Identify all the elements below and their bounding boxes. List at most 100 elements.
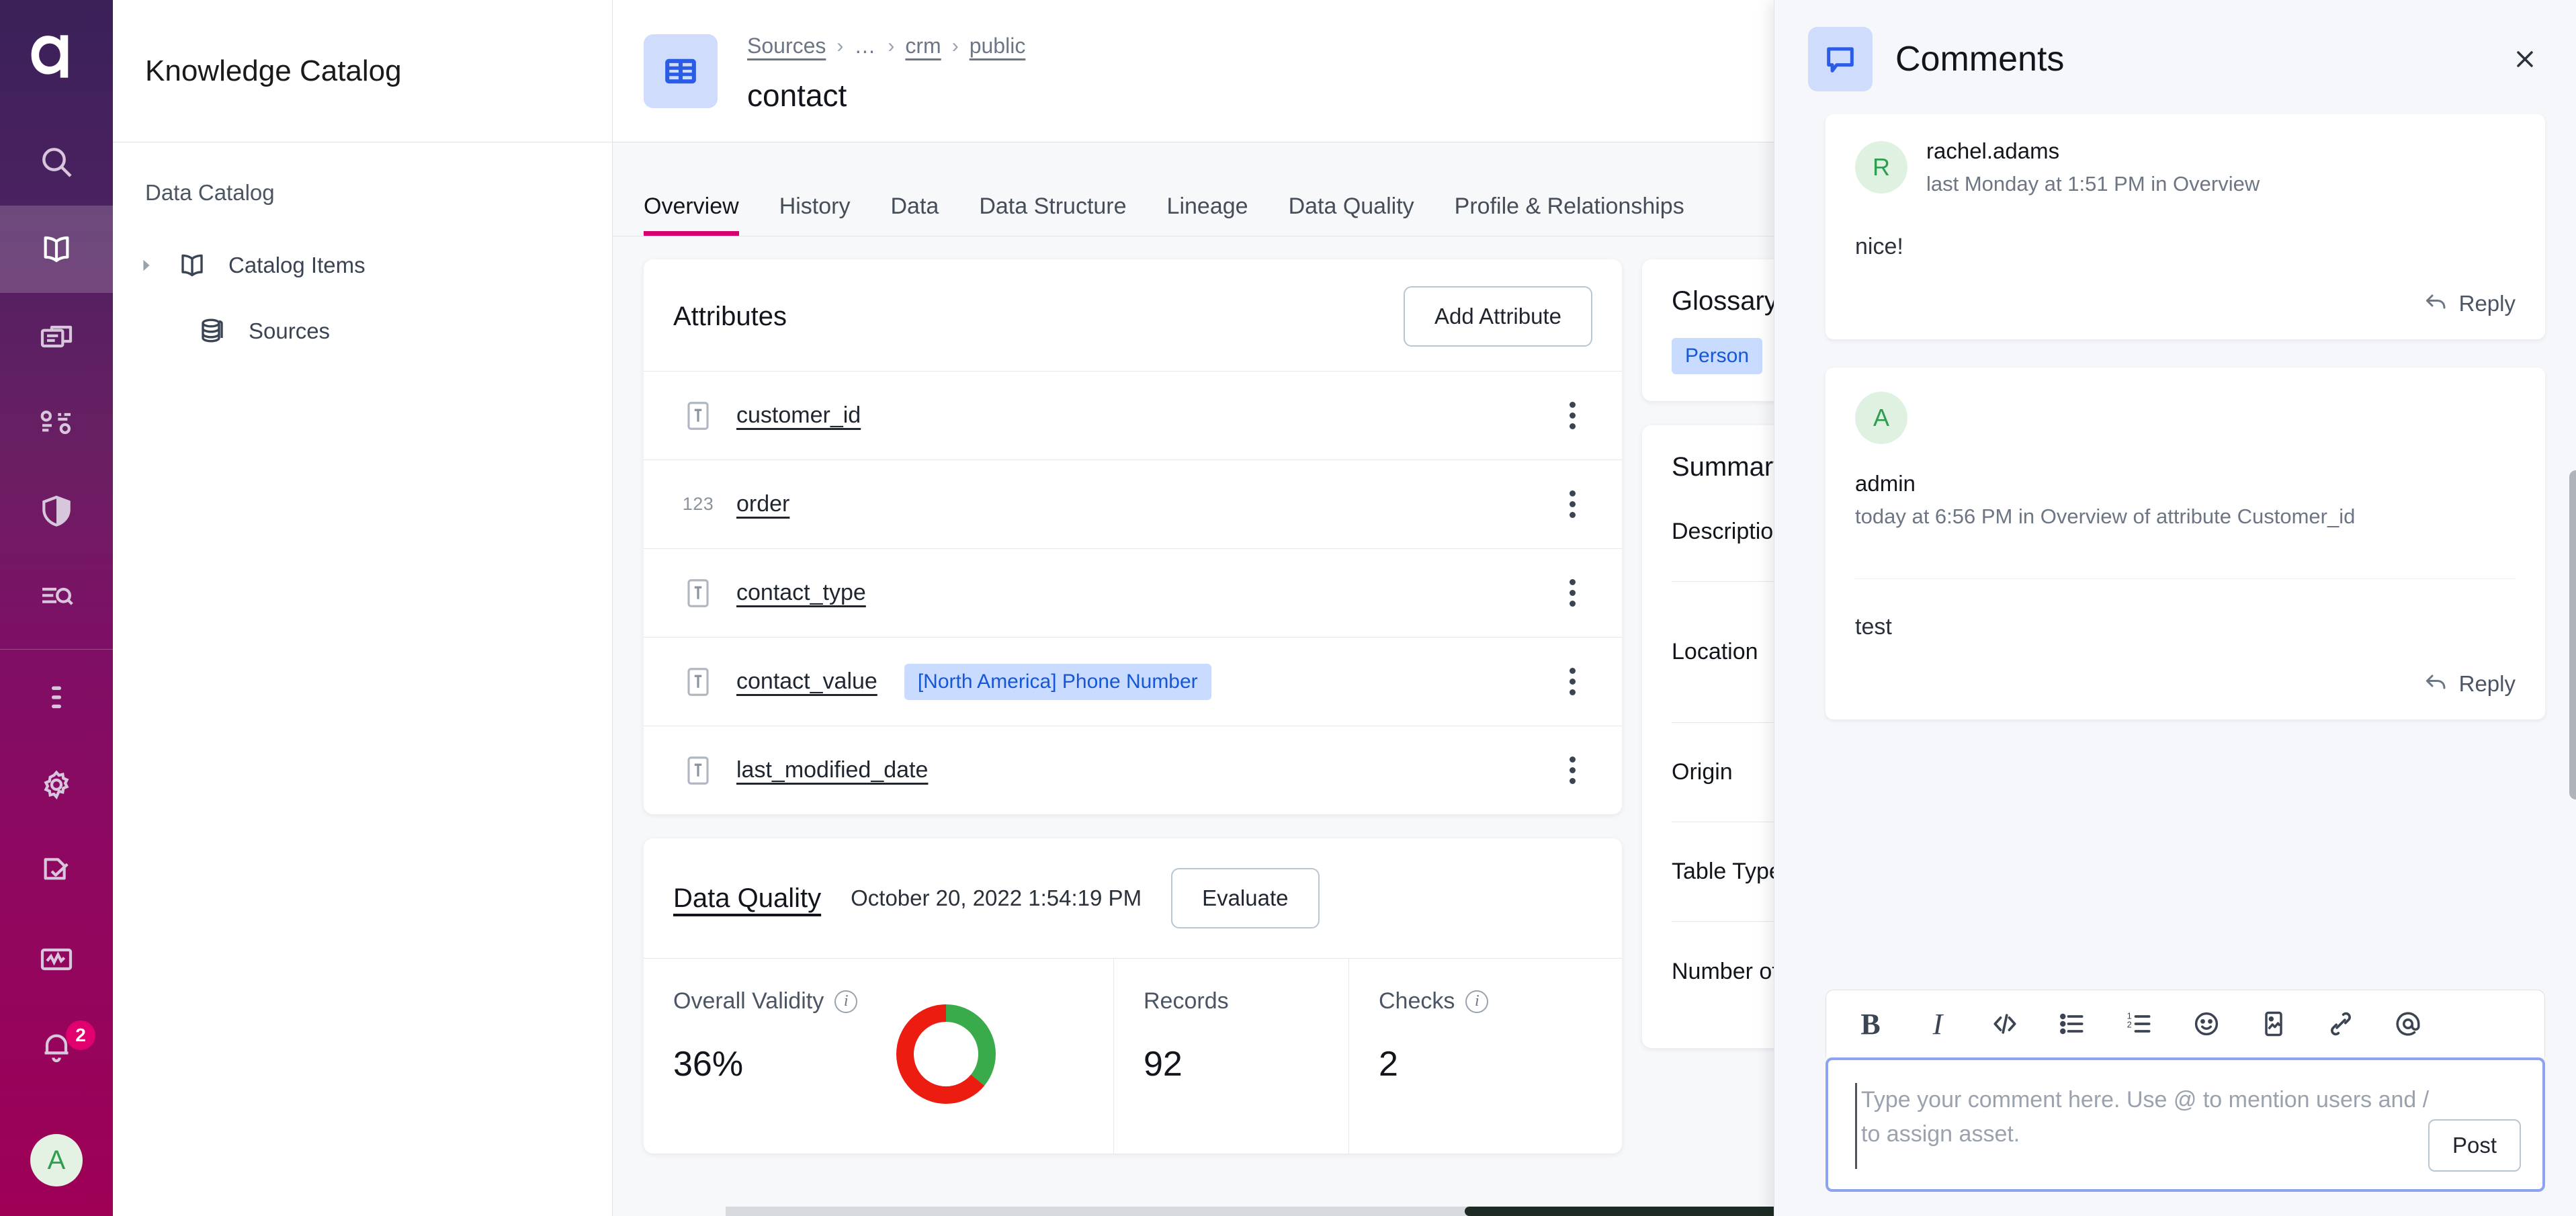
chevron-right-icon[interactable] bbox=[133, 252, 160, 279]
tab-lineage[interactable]: Lineage bbox=[1147, 193, 1269, 236]
sidebar-item-sources[interactable]: Sources bbox=[113, 298, 612, 364]
comments-panel-header: Comments bbox=[1774, 0, 2576, 114]
breadcrumb-item-sources[interactable]: Sources bbox=[747, 34, 826, 58]
stat-label: Checks bbox=[1379, 988, 1455, 1014]
rail-item-more[interactable] bbox=[0, 654, 113, 741]
link-icon[interactable] bbox=[2325, 1008, 2357, 1040]
rail-item-tasks[interactable] bbox=[0, 828, 113, 916]
rail-item-rules[interactable] bbox=[0, 380, 113, 468]
overview-left-column: Attributes Add Attribute customer_id 123 bbox=[644, 259, 1622, 1216]
comment-item: R rachel.adams last Monday at 1:51 PM in… bbox=[1826, 114, 2545, 339]
notification-badge: 2 bbox=[66, 1020, 95, 1050]
comments-scrollbar[interactable] bbox=[2569, 470, 2576, 799]
data-quality-stats: Overall Validity i 36% Records 92 Checks… bbox=[644, 958, 1622, 1154]
breadcrumb-separator: › bbox=[888, 34, 895, 57]
attribute-name[interactable]: contact_value bbox=[736, 668, 877, 695]
page-title: Knowledge Catalog bbox=[113, 0, 612, 142]
rail-item-search[interactable] bbox=[0, 118, 113, 206]
italic-button[interactable]: I bbox=[1922, 1008, 1954, 1041]
tab-data[interactable]: Data bbox=[871, 193, 959, 236]
breadcrumb: Sources › … › crm › public bbox=[747, 29, 1025, 64]
data-quality-title[interactable]: Data Quality bbox=[673, 883, 821, 914]
book-icon bbox=[38, 230, 75, 268]
comment-item: A admin today at 6:56 PM in Overview of … bbox=[1826, 367, 2545, 720]
attributes-card: Attributes Add Attribute customer_id 123 bbox=[644, 259, 1622, 814]
rail-item-settings[interactable] bbox=[0, 741, 113, 828]
rail-item-data-stories[interactable] bbox=[0, 293, 113, 380]
catalog-tree: Catalog Items Sources bbox=[113, 232, 612, 364]
tab-overview[interactable]: Overview bbox=[644, 193, 759, 236]
evaluate-button[interactable]: Evaluate bbox=[1171, 868, 1320, 928]
reply-button[interactable]: Reply bbox=[1855, 671, 2516, 697]
attribute-name[interactable]: last_modified_date bbox=[736, 757, 928, 783]
glossary-term-tag[interactable]: Person bbox=[1672, 338, 1763, 374]
comment-icon bbox=[1808, 27, 1873, 91]
attribute-term-tag[interactable]: [North America] Phone Number bbox=[904, 663, 1211, 700]
reply-arrow-icon bbox=[2424, 671, 2448, 697]
tab-history[interactable]: History bbox=[759, 193, 871, 236]
numbered-list-icon[interactable]: 12 bbox=[2123, 1008, 2155, 1040]
table-row[interactable]: 123 order bbox=[644, 460, 1622, 548]
document-check-icon bbox=[38, 853, 75, 891]
close-icon[interactable] bbox=[2505, 39, 2545, 79]
attributes-title: Attributes bbox=[673, 301, 787, 331]
row-menu-icon[interactable] bbox=[1552, 756, 1592, 784]
app-rail: 2 A bbox=[0, 0, 113, 1216]
breadcrumb-ellipsis[interactable]: … bbox=[854, 34, 877, 58]
rail-item-notifications[interactable]: 2 bbox=[0, 1003, 113, 1090]
row-menu-icon[interactable] bbox=[1552, 579, 1592, 607]
asset-title: contact bbox=[747, 77, 847, 113]
stat-value: 92 bbox=[1144, 1045, 1183, 1084]
stat-value: 2 bbox=[1379, 1045, 1398, 1084]
at-mention-icon[interactable] bbox=[2392, 1008, 2424, 1040]
tab-data-quality[interactable]: Data Quality bbox=[1269, 193, 1434, 236]
table-row[interactable]: last_modified_date bbox=[644, 726, 1622, 814]
row-menu-icon[interactable] bbox=[1552, 668, 1592, 695]
info-icon[interactable]: i bbox=[834, 990, 858, 1013]
info-icon[interactable]: i bbox=[1465, 990, 1489, 1013]
attribute-name[interactable]: customer_id bbox=[736, 402, 861, 429]
rail-item-data-observability[interactable] bbox=[0, 555, 113, 642]
table-row[interactable]: contact_value [North America] Phone Numb… bbox=[644, 637, 1622, 726]
rail-item-knowledge-catalog[interactable] bbox=[0, 206, 113, 293]
horizontal-scrollbar[interactable] bbox=[726, 1207, 2069, 1216]
breadcrumb-item-public[interactable]: public bbox=[970, 34, 1026, 58]
comment-body: test bbox=[1855, 578, 2516, 640]
sidebar-item-catalog-items[interactable]: Catalog Items bbox=[113, 232, 612, 298]
bullet-list-icon[interactable] bbox=[2056, 1008, 2088, 1040]
bold-button[interactable]: B bbox=[1854, 1008, 1887, 1041]
book-icon bbox=[175, 248, 210, 283]
table-row[interactable]: contact_type bbox=[644, 548, 1622, 637]
add-attribute-button[interactable]: Add Attribute bbox=[1404, 286, 1592, 347]
stat-value: 36% bbox=[673, 1045, 744, 1084]
table-icon bbox=[644, 34, 718, 108]
stat-checks: Checks i 2 bbox=[1349, 959, 1622, 1154]
tab-profile-relationships[interactable]: Profile & Relationships bbox=[1434, 193, 1705, 236]
svg-text:2: 2 bbox=[2127, 1020, 2132, 1030]
breadcrumb-item-crm[interactable]: crm bbox=[905, 34, 941, 58]
rail-item-monitoring[interactable] bbox=[0, 916, 113, 1003]
reply-button[interactable]: Reply bbox=[1855, 291, 2516, 316]
avatar[interactable]: A bbox=[30, 1134, 83, 1186]
validity-donut-chart bbox=[896, 1004, 996, 1104]
more-vertical-icon bbox=[38, 679, 75, 716]
rail-item-data-quality[interactable] bbox=[0, 468, 113, 555]
post-button[interactable]: Post bbox=[2428, 1119, 2521, 1172]
table-row[interactable]: customer_id bbox=[644, 371, 1622, 460]
breadcrumb-separator: › bbox=[951, 34, 959, 57]
attribute-name[interactable]: contact_type bbox=[736, 580, 866, 606]
comment-input[interactable]: Type your comment here. Use @ to mention… bbox=[1826, 1057, 2545, 1192]
attribute-name[interactable]: order bbox=[736, 491, 789, 517]
tab-data-structure[interactable]: Data Structure bbox=[959, 193, 1146, 236]
emoji-icon[interactable] bbox=[2190, 1008, 2223, 1040]
row-menu-icon[interactable] bbox=[1552, 402, 1592, 429]
stat-records: Records 92 bbox=[1114, 959, 1349, 1154]
app-root: 2 A Knowledge Catalog Data Catalog Catal… bbox=[0, 0, 2576, 1216]
text-type-icon bbox=[673, 753, 723, 788]
number-type-icon: 123 bbox=[673, 494, 723, 515]
image-icon[interactable] bbox=[2258, 1008, 2290, 1040]
row-menu-icon[interactable] bbox=[1552, 490, 1592, 518]
code-icon[interactable] bbox=[1989, 1008, 2021, 1040]
ataccama-logo-icon[interactable] bbox=[26, 26, 87, 87]
stat-label-wrap: Records bbox=[1144, 988, 1348, 1014]
